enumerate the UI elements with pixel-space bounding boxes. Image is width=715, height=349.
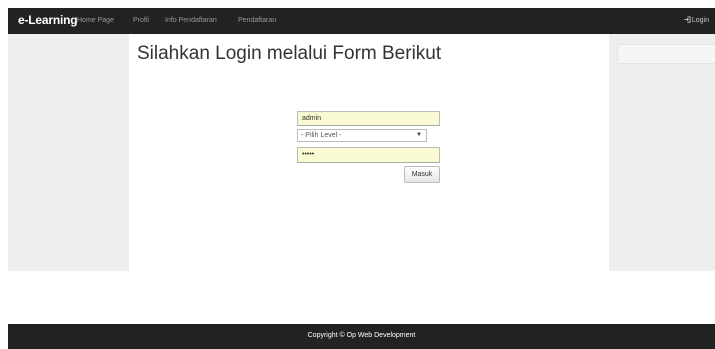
- nav-item-home-page[interactable]: Home Page: [77, 17, 114, 24]
- copyright-text: Copyright © Op Web Development: [307, 332, 416, 339]
- level-select-value: - Pilih Level -: [301, 132, 342, 139]
- password-field[interactable]: •••••: [297, 147, 440, 163]
- sidebar-widget: [617, 44, 715, 64]
- chevron-down-icon: ▼: [416, 132, 422, 138]
- login-link[interactable]: Login: [684, 16, 709, 24]
- page-title: Silahkan Login melalui Form Berikut: [137, 43, 442, 64]
- level-select[interactable]: - Pilih Level - ▼: [297, 129, 427, 142]
- masuk-button[interactable]: Masuk: [404, 166, 440, 183]
- nav-item-info-pendaftaran[interactable]: Info Pendaftaran: [165, 17, 217, 24]
- footer: Copyright © Op Web Development: [8, 324, 715, 349]
- left-sidebar: [8, 34, 129, 271]
- nav-item-pendaftaran[interactable]: Pendaftaran: [238, 17, 276, 24]
- top-navbar: e-Learning Home Page Profil Info Pendaft…: [8, 8, 715, 34]
- login-label: Login: [691, 17, 709, 24]
- sign-in-icon: [684, 16, 691, 23]
- right-sidebar: [609, 34, 715, 271]
- username-field[interactable]: admin: [297, 111, 440, 126]
- nav-item-profil[interactable]: Profil: [133, 17, 149, 24]
- brand-logo[interactable]: e-Learning: [18, 13, 78, 27]
